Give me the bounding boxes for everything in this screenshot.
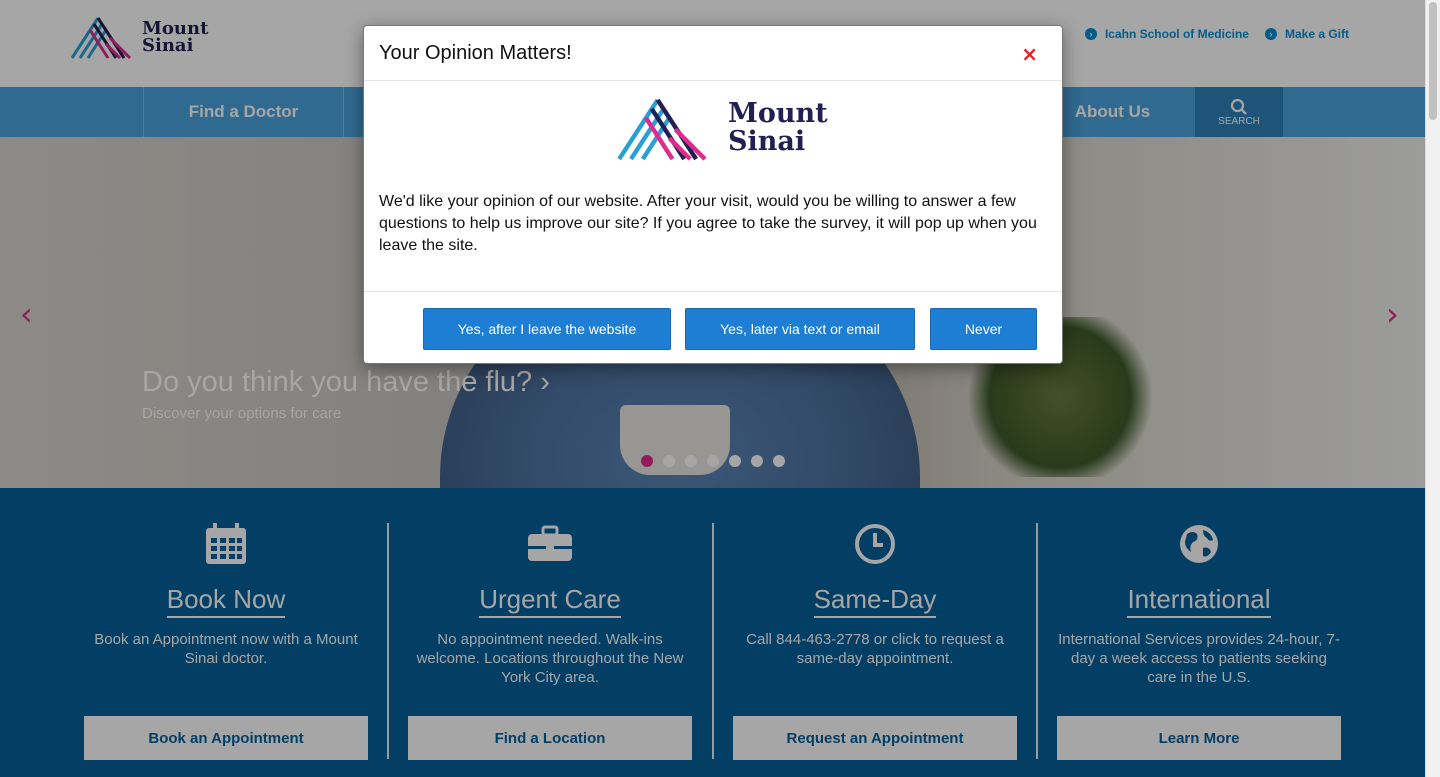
modal-title: Your Opinion Matters! [379,42,572,64]
survey-modal: Your Opinion Matters! × Mount Sinai We'd… [363,25,1063,364]
modal-body-text: We'd like your opinion of our website. A… [379,193,1037,254]
page-scrollbar[interactable] [1425,0,1440,777]
scrollbar-thumb[interactable] [1429,2,1437,120]
close-icon[interactable]: × [1021,42,1038,66]
modal-footer: Yes, after I leave the website Yes, late… [364,291,1062,365]
logo-line1: Mount [728,98,828,129]
yes-after-leave-button[interactable]: Yes, after I leave the website [423,308,671,350]
never-button[interactable]: Never [930,308,1037,350]
modal-header: Your Opinion Matters! × [364,26,1062,81]
logo-line2: Sinai [728,126,806,157]
modal-logo: Mount Sinai [614,94,828,162]
yes-later-text-email-button[interactable]: Yes, later via text or email [685,308,915,350]
logo-mark-icon [617,98,707,161]
